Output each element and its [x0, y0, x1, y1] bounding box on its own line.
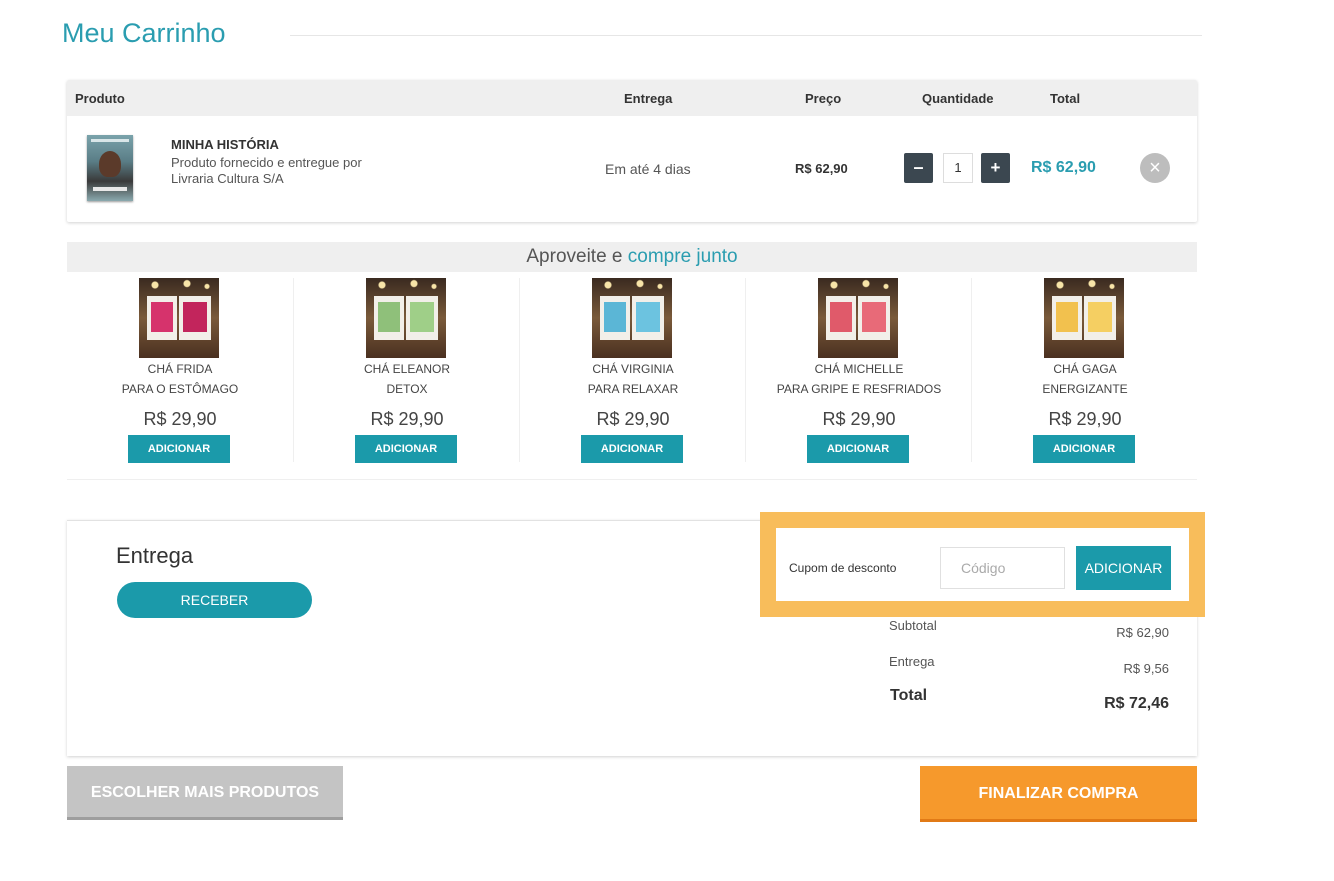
tea-subtitle: PARA RELAXAR	[587, 382, 679, 396]
tea-price: R$ 29,90	[143, 409, 217, 429]
header-price: Preço	[805, 91, 842, 106]
buy-together-prefix: Aproveite e	[526, 246, 628, 267]
tea-product-image[interactable]	[366, 278, 446, 358]
product-name[interactable]: MINHA HISTÓRIA	[171, 137, 279, 152]
buy-together-highlight: compre junto	[627, 246, 738, 267]
add-tea-button[interactable]: ADICIONAR	[128, 435, 230, 463]
cart-table-header: Produto Entrega Preço Quantidade Total	[67, 80, 1197, 116]
remove-item-icon[interactable]: ×	[1140, 153, 1170, 183]
tea-product-image[interactable]	[818, 278, 898, 358]
tea-price: R$ 29,90	[1048, 409, 1122, 429]
tea-card-gaga: CHÁ GAGA ENERGIZANTE R$ 29,90 ADICIONAR	[971, 278, 1198, 463]
buy-together-products: CHÁ FRIDA PARA O ESTÔMAGO R$ 29,90 ADICI…	[67, 278, 1198, 463]
coupon-box: Cupom de desconto Código ADICIONAR	[760, 512, 1205, 617]
receive-button[interactable]: RECEBER	[117, 582, 312, 618]
total-label: Total	[890, 687, 928, 704]
subtotal-value: R$ 62,90	[1116, 625, 1169, 640]
cart-table: Produto Entrega Preço Quantidade Total M…	[67, 80, 1197, 222]
page-title: Meu Carrinho	[62, 18, 226, 48]
tea-product-image[interactable]	[1044, 278, 1124, 358]
apply-coupon-button[interactable]: ADICIONAR	[1076, 546, 1171, 590]
header-delivery: Entrega	[624, 91, 673, 106]
tea-price: R$ 29,90	[370, 409, 444, 429]
line-total: R$ 62,90	[1031, 159, 1096, 176]
tea-name[interactable]: CHÁ FRIDA	[67, 362, 293, 376]
add-tea-button[interactable]: ADICIONAR	[807, 435, 909, 463]
unit-price: R$ 62,90	[795, 161, 848, 176]
add-tea-button[interactable]: ADICIONAR	[355, 435, 457, 463]
product-seller-line1: Produto fornecido e entregue por	[171, 155, 362, 170]
tea-name[interactable]: CHÁ GAGA	[972, 362, 1198, 376]
tea-price: R$ 29,90	[822, 409, 896, 429]
tea-subtitle: PARA GRIPE E RESFRIADOS	[776, 382, 942, 396]
tea-card-frida: CHÁ FRIDA PARA O ESTÔMAGO R$ 29,90 ADICI…	[67, 278, 293, 463]
add-tea-button[interactable]: ADICIONAR	[581, 435, 683, 463]
header-total: Total	[1050, 91, 1081, 106]
coupon-label: Cupom de desconto	[789, 561, 897, 575]
tea-name[interactable]: CHÁ VIRGINIA	[520, 362, 746, 376]
quantity-input[interactable]: 1	[943, 153, 973, 183]
product-seller-line2: Livraria Cultura S/A	[171, 171, 284, 186]
tea-card-virginia: CHÁ VIRGINIA PARA RELAXAR R$ 29,90 ADICI…	[519, 278, 746, 463]
quantity-decrease-button[interactable]: –	[904, 153, 933, 183]
delivery-fee-value: R$ 9,56	[1123, 661, 1169, 676]
tea-subtitle: ENERGIZANTE	[1042, 382, 1128, 396]
tea-subtitle: DETOX	[386, 382, 428, 396]
header-product: Produto	[75, 91, 125, 106]
delivery-estimate: Em até 4 dias	[605, 161, 691, 177]
book-cover-image[interactable]	[87, 135, 133, 201]
subtotal-label: Subtotal	[889, 618, 937, 633]
tea-card-michelle: CHÁ MICHELLE PARA GRIPE E RESFRIADOS R$ …	[745, 278, 972, 463]
tea-card-eleanor: CHÁ ELEANOR DETOX R$ 29,90 ADICIONAR	[293, 278, 520, 463]
delivery-fee-label: Entrega	[889, 654, 935, 669]
quantity-increase-button[interactable]: +	[981, 153, 1010, 183]
header-quantity: Quantidade	[922, 91, 994, 106]
tea-product-image[interactable]	[139, 278, 219, 358]
tea-name[interactable]: CHÁ ELEANOR	[294, 362, 520, 376]
section-divider	[67, 479, 1197, 480]
cart-page: Meu Carrinho Produto Entrega Preço Quant…	[0, 0, 1334, 881]
coupon-code-input[interactable]: Código	[940, 547, 1065, 589]
tea-name[interactable]: CHÁ MICHELLE	[746, 362, 972, 376]
title-divider	[290, 35, 1202, 36]
choose-more-products-button[interactable]: ESCOLHER MAIS PRODUTOS	[67, 766, 343, 820]
total-value: R$ 72,46	[1104, 695, 1169, 712]
buy-together-heading: Aproveite e compre junto	[67, 242, 1197, 272]
tea-product-image[interactable]	[592, 278, 672, 358]
add-tea-button[interactable]: ADICIONAR	[1033, 435, 1135, 463]
tea-subtitle: PARA O ESTÔMAGO	[121, 382, 239, 396]
delivery-section-title: Entrega	[116, 543, 194, 568]
tea-price: R$ 29,90	[596, 409, 670, 429]
checkout-button[interactable]: FINALIZAR COMPRA	[920, 766, 1197, 822]
